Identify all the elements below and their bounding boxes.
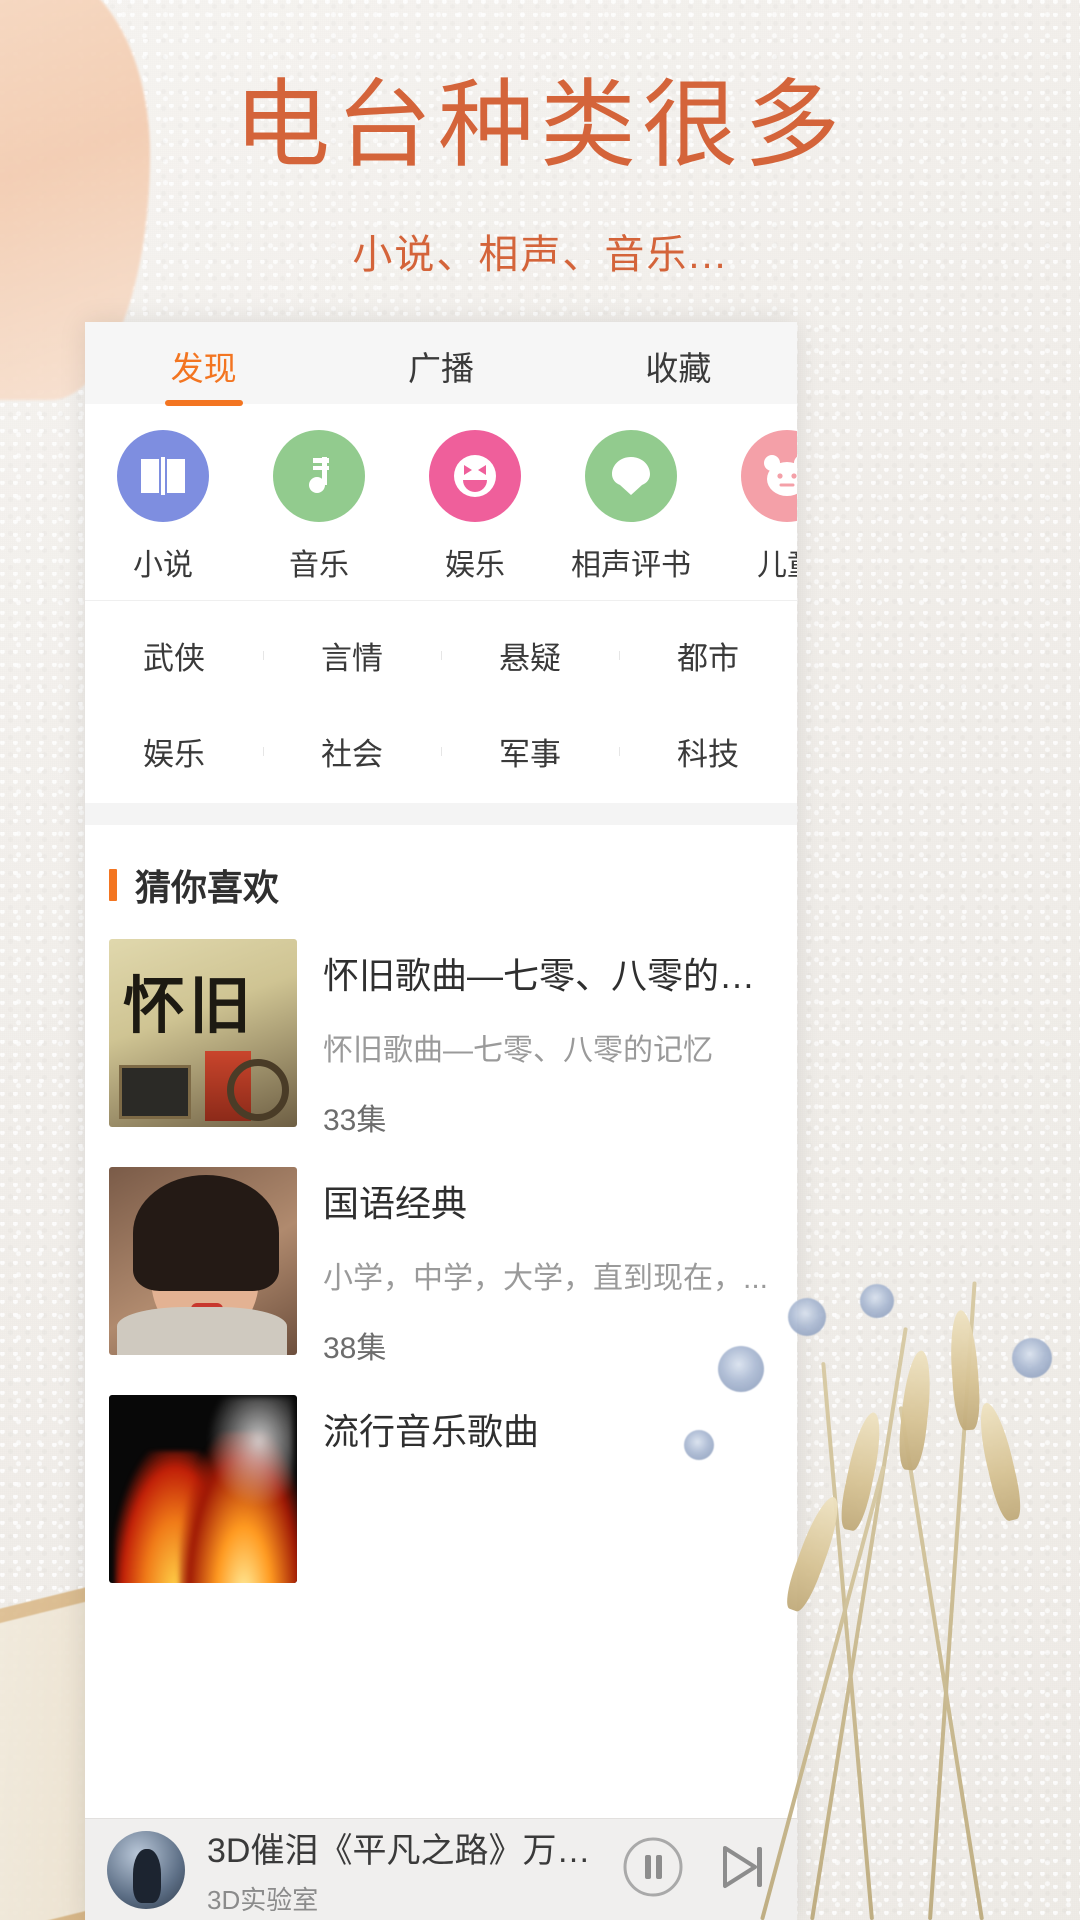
list-item-episode-count: 33集: [323, 1104, 387, 1137]
list-item-episode-count: 38集: [323, 1332, 387, 1365]
artwork-shape: [119, 1065, 191, 1119]
recommendation-list: 怀旧 怀旧歌曲—七零、八零的记忆 怀旧歌曲—七零、八零的记忆 33集 国语经典 …: [85, 929, 797, 1601]
genre-wuxia[interactable]: 武侠: [85, 633, 263, 678]
recommendations-header: 猜你喜欢: [85, 825, 797, 929]
category-label: 音乐: [289, 549, 349, 582]
list-item[interactable]: 国语经典 小学，中学，大学，直到现在，... 38集: [85, 1157, 797, 1385]
next-track-button[interactable]: [709, 1834, 775, 1905]
avatar: [107, 1830, 185, 1909]
list-item[interactable]: 怀旧 怀旧歌曲—七零、八零的记忆 怀旧歌曲—七零、八零的记忆 33集: [85, 929, 797, 1157]
artwork-shape: [133, 1175, 279, 1291]
portrait-artwork: [109, 1167, 297, 1355]
fire-artwork: [109, 1395, 297, 1583]
list-item-description: 怀旧歌曲—七零、八零的记忆: [323, 1034, 713, 1067]
page-title: 猜你喜欢: [135, 867, 280, 908]
music-note-icon: [273, 430, 365, 522]
category-item-kids[interactable]: 儿童: [709, 430, 797, 584]
genre-row: 娱乐 社会 军事 科技: [85, 703, 797, 799]
tab-broadcast[interactable]: 广播: [322, 336, 559, 390]
category-label: 儿童: [757, 549, 797, 582]
list-item-meta: 流行音乐歌曲: [297, 1395, 773, 1583]
tab-favorites[interactable]: 收藏: [560, 336, 797, 390]
artwork-text: 怀旧: [123, 969, 256, 1042]
promo-headline: 电台种类很多: [234, 69, 846, 181]
category-label: 小说: [133, 549, 193, 582]
genre-urban[interactable]: 都市: [619, 633, 797, 678]
player-text: 3D催泪《平凡之路》万人... 3D实验室: [185, 1823, 597, 1917]
list-item-title: 国语经典: [323, 1183, 468, 1224]
category-item-novel[interactable]: 小说: [85, 430, 241, 584]
artwork-shape: [227, 1059, 289, 1121]
list-item-title: 流行音乐歌曲: [323, 1411, 540, 1452]
list-item-meta: 国语经典 小学，中学，大学，直到现在，... 38集: [297, 1167, 773, 1367]
category-label: 娱乐: [445, 549, 505, 582]
player-artist: 3D实验室: [207, 1884, 319, 1915]
genre-row: 武侠 言情 悬疑 都市: [85, 607, 797, 703]
genre-romance[interactable]: 言情: [263, 633, 441, 678]
category-item-entertainment[interactable]: 娱乐: [397, 430, 553, 584]
thumbnail: 怀旧: [109, 939, 297, 1127]
list-item-description: 小学，中学，大学，直到现在，...: [323, 1262, 769, 1295]
pause-button[interactable]: [619, 1833, 687, 1906]
accent-bar: [109, 869, 117, 901]
bear-face-icon: [741, 430, 797, 522]
phone-screen: 发现 广播 收藏 小说 音乐 娱乐 相声评书 儿 武侠 言情 悬疑 都市 娱乐 …: [85, 322, 797, 1920]
thumbnail: [109, 1395, 297, 1583]
list-item-meta: 怀旧歌曲—七零、八零的记忆 怀旧歌曲—七零、八零的记忆 33集: [297, 939, 773, 1139]
genre-entertainment[interactable]: 娱乐: [85, 729, 263, 774]
list-item[interactable]: 流行音乐歌曲: [85, 1385, 797, 1601]
book-icon: [117, 430, 209, 522]
genre-technology[interactable]: 科技: [619, 729, 797, 774]
smiley-face-icon: [429, 430, 521, 522]
promo-subheadline: 小说、相声、音乐...: [352, 233, 728, 277]
mini-player-bar: 3D催泪《平凡之路》万人... 3D实验室: [85, 1818, 797, 1920]
genre-suspense[interactable]: 悬疑: [441, 633, 619, 678]
genre-society[interactable]: 社会: [263, 729, 441, 774]
player-track-title: 3D催泪《平凡之路》万人...: [207, 1831, 597, 1870]
retro-radio-artwork: 怀旧: [109, 939, 297, 1127]
category-item-music[interactable]: 音乐: [241, 430, 397, 584]
artwork-shape: [207, 1397, 293, 1507]
tab-discover[interactable]: 发现: [85, 336, 322, 390]
genre-military[interactable]: 军事: [441, 729, 619, 774]
category-label: 相声评书: [571, 549, 691, 582]
thumbnail: [109, 1167, 297, 1355]
artwork-shape: [117, 1307, 287, 1355]
category-item-crosstalk[interactable]: 相声评书: [553, 430, 709, 584]
category-row: 小说 音乐 娱乐 相声评书 儿: [85, 404, 797, 600]
list-item-title: 怀旧歌曲—七零、八零的记忆: [323, 955, 773, 996]
genre-grid: 武侠 言情 悬疑 都市 娱乐 社会 军事 科技: [85, 600, 797, 803]
fan-icon: [585, 430, 677, 522]
tab-bar: 发现 广播 收藏: [85, 322, 797, 404]
section-divider: [85, 803, 797, 825]
